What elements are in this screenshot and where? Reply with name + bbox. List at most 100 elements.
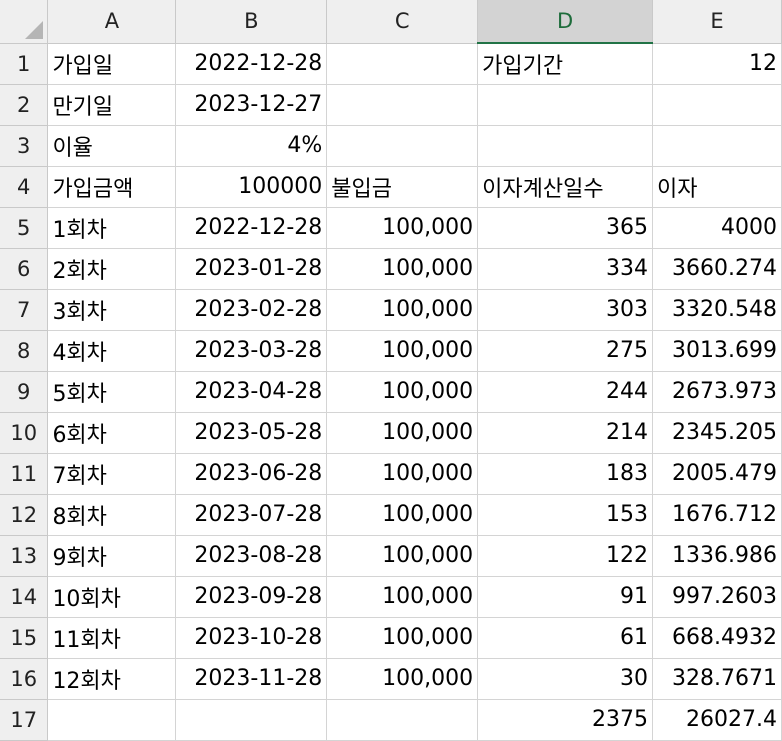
cell-b17[interactable] bbox=[175, 699, 328, 741]
row-header[interactable]: 1 bbox=[0, 43, 49, 85]
cell-e8[interactable]: 3013.699 bbox=[652, 330, 782, 372]
cell-c13[interactable]: 100,000 bbox=[326, 535, 479, 577]
cell-a17[interactable] bbox=[47, 699, 177, 741]
row-header[interactable]: 7 bbox=[0, 289, 49, 331]
cell-d5[interactable]: 365 bbox=[477, 207, 654, 249]
row-header[interactable]: 16 bbox=[0, 658, 49, 700]
cell-c4[interactable]: 불입금 bbox=[326, 166, 479, 208]
cell-d11[interactable]: 183 bbox=[477, 453, 654, 495]
cell-c6[interactable]: 100,000 bbox=[326, 248, 479, 290]
cell-a14[interactable]: 10회차 bbox=[47, 576, 177, 618]
cell-d15[interactable]: 61 bbox=[477, 617, 654, 659]
row-header[interactable]: 6 bbox=[0, 248, 49, 290]
cell-d8[interactable]: 275 bbox=[477, 330, 654, 372]
cell-d7[interactable]: 303 bbox=[477, 289, 654, 331]
cell-b11[interactable]: 2023-06-28 bbox=[175, 453, 328, 495]
cell-a9[interactable]: 5회차 bbox=[47, 371, 177, 413]
column-header-d[interactable]: D bbox=[477, 0, 654, 44]
row-header[interactable]: 2 bbox=[0, 84, 49, 126]
row-header[interactable]: 13 bbox=[0, 535, 49, 577]
cell-e9[interactable]: 2673.973 bbox=[652, 371, 782, 413]
cell-a2[interactable]: 만기일 bbox=[47, 84, 177, 126]
row-header[interactable]: 11 bbox=[0, 453, 49, 495]
cell-c10[interactable]: 100,000 bbox=[326, 412, 479, 454]
cell-e14[interactable]: 997.2603 bbox=[652, 576, 782, 618]
cell-b1[interactable]: 2022-12-28 bbox=[175, 43, 328, 85]
cell-d17[interactable]: 2375 bbox=[477, 699, 654, 741]
cell-d10[interactable]: 214 bbox=[477, 412, 654, 454]
cell-d16[interactable]: 30 bbox=[477, 658, 654, 700]
cell-e17[interactable]: 26027.4 bbox=[652, 699, 782, 741]
cell-c17[interactable] bbox=[326, 699, 479, 741]
cell-d13[interactable]: 122 bbox=[477, 535, 654, 577]
column-header-e[interactable]: E bbox=[652, 0, 782, 44]
cell-b13[interactable]: 2023-08-28 bbox=[175, 535, 328, 577]
cell-a3[interactable]: 이율 bbox=[47, 125, 177, 167]
cell-d1[interactable]: 가입기간 bbox=[477, 43, 654, 85]
cell-e4[interactable]: 이자 bbox=[652, 166, 782, 208]
cell-b3[interactable]: 4% bbox=[175, 125, 328, 167]
cell-b2[interactable]: 2023-12-27 bbox=[175, 84, 328, 126]
cell-c11[interactable]: 100,000 bbox=[326, 453, 479, 495]
cell-a4[interactable]: 가입금액 bbox=[47, 166, 177, 208]
cell-d4[interactable]: 이자계산일수 bbox=[477, 166, 654, 208]
cell-c15[interactable]: 100,000 bbox=[326, 617, 479, 659]
cell-d14[interactable]: 91 bbox=[477, 576, 654, 618]
cell-b10[interactable]: 2023-05-28 bbox=[175, 412, 328, 454]
cell-c2[interactable] bbox=[326, 84, 479, 126]
cell-a5[interactable]: 1회차 bbox=[47, 207, 177, 249]
row-header[interactable]: 15 bbox=[0, 617, 49, 659]
cell-e3[interactable] bbox=[652, 125, 782, 167]
cell-a13[interactable]: 9회차 bbox=[47, 535, 177, 577]
cell-a15[interactable]: 11회차 bbox=[47, 617, 177, 659]
cell-b16[interactable]: 2023-11-28 bbox=[175, 658, 328, 700]
row-header[interactable]: 12 bbox=[0, 494, 49, 536]
cell-c8[interactable]: 100,000 bbox=[326, 330, 479, 372]
cell-c3[interactable] bbox=[326, 125, 479, 167]
row-header[interactable]: 10 bbox=[0, 412, 49, 454]
cell-a6[interactable]: 2회차 bbox=[47, 248, 177, 290]
cell-e10[interactable]: 2345.205 bbox=[652, 412, 782, 454]
cell-c9[interactable]: 100,000 bbox=[326, 371, 479, 413]
cell-c16[interactable]: 100,000 bbox=[326, 658, 479, 700]
cell-b6[interactable]: 2023-01-28 bbox=[175, 248, 328, 290]
cell-d3[interactable] bbox=[477, 125, 654, 167]
cell-c5[interactable]: 100,000 bbox=[326, 207, 479, 249]
cell-e7[interactable]: 3320.548 bbox=[652, 289, 782, 331]
cell-c12[interactable]: 100,000 bbox=[326, 494, 479, 536]
cell-b14[interactable]: 2023-09-28 bbox=[175, 576, 328, 618]
row-header[interactable]: 5 bbox=[0, 207, 49, 249]
cell-d9[interactable]: 244 bbox=[477, 371, 654, 413]
cell-e16[interactable]: 328.7671 bbox=[652, 658, 782, 700]
row-header[interactable]: 17 bbox=[0, 699, 49, 741]
select-all-button[interactable] bbox=[0, 0, 49, 44]
row-header[interactable]: 8 bbox=[0, 330, 49, 372]
cell-b12[interactable]: 2023-07-28 bbox=[175, 494, 328, 536]
cell-e15[interactable]: 668.4932 bbox=[652, 617, 782, 659]
cell-c7[interactable]: 100,000 bbox=[326, 289, 479, 331]
column-header-b[interactable]: B bbox=[175, 0, 328, 44]
cell-b7[interactable]: 2023-02-28 bbox=[175, 289, 328, 331]
cell-a1[interactable]: 가입일 bbox=[47, 43, 177, 85]
cell-e2[interactable] bbox=[652, 84, 782, 126]
cell-b15[interactable]: 2023-10-28 bbox=[175, 617, 328, 659]
column-header-a[interactable]: A bbox=[47, 0, 177, 44]
row-header[interactable]: 3 bbox=[0, 125, 49, 167]
cell-e5[interactable]: 4000 bbox=[652, 207, 782, 249]
cell-e6[interactable]: 3660.274 bbox=[652, 248, 782, 290]
cell-a7[interactable]: 3회차 bbox=[47, 289, 177, 331]
row-header[interactable]: 9 bbox=[0, 371, 49, 413]
cell-e11[interactable]: 2005.479 bbox=[652, 453, 782, 495]
cell-a12[interactable]: 8회차 bbox=[47, 494, 177, 536]
cell-a11[interactable]: 7회차 bbox=[47, 453, 177, 495]
cell-b9[interactable]: 2023-04-28 bbox=[175, 371, 328, 413]
cell-c1[interactable] bbox=[326, 43, 479, 85]
cell-b5[interactable]: 2022-12-28 bbox=[175, 207, 328, 249]
cell-a16[interactable]: 12회차 bbox=[47, 658, 177, 700]
column-header-c[interactable]: C bbox=[326, 0, 479, 44]
cell-a10[interactable]: 6회차 bbox=[47, 412, 177, 454]
row-header[interactable]: 14 bbox=[0, 576, 49, 618]
cell-e13[interactable]: 1336.986 bbox=[652, 535, 782, 577]
cell-d6[interactable]: 334 bbox=[477, 248, 654, 290]
cell-a8[interactable]: 4회차 bbox=[47, 330, 177, 372]
